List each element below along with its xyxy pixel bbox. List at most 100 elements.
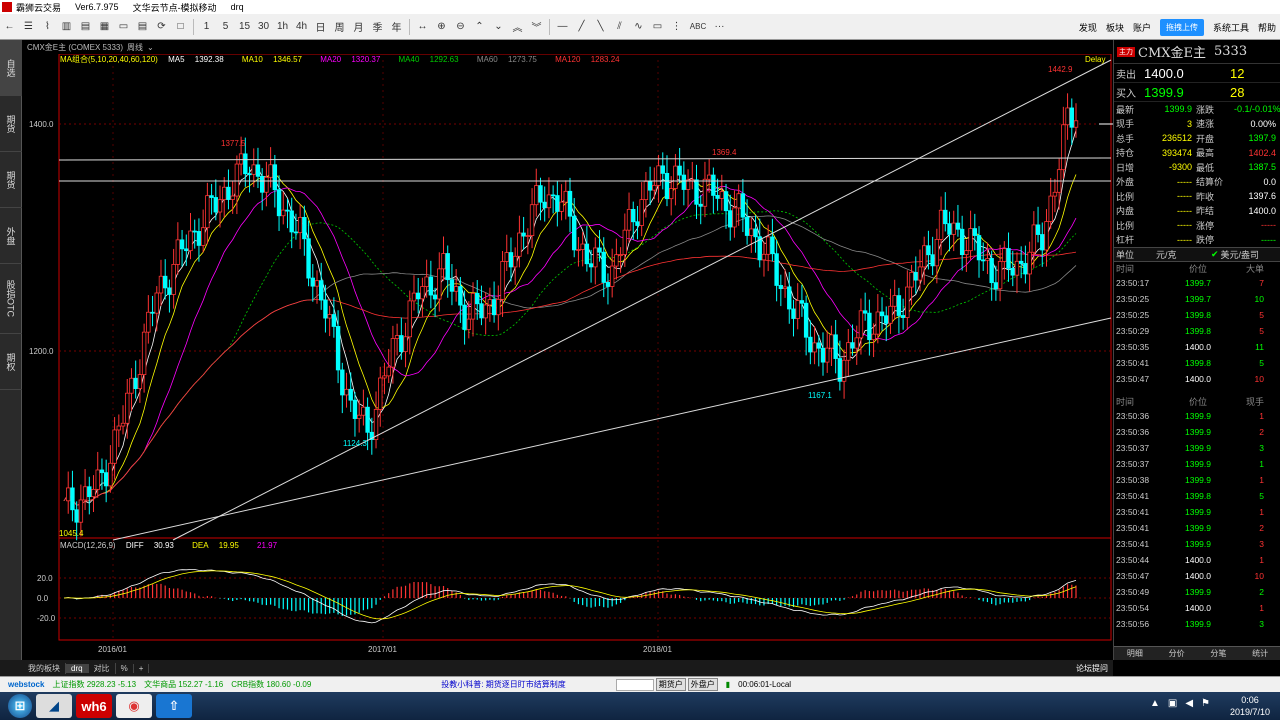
more-tools-button[interactable]: ··· xyxy=(711,18,728,36)
add-tab-button[interactable]: + xyxy=(134,663,150,673)
period-week[interactable]: 周 xyxy=(331,18,348,36)
crb-index[interactable]: CRB指数 180.60 -0.09 xyxy=(231,679,311,690)
stat-label: 外盘 xyxy=(1116,177,1135,188)
zoom-in-icon[interactable]: ⊕ xyxy=(433,18,450,36)
period-day[interactable]: 日 xyxy=(312,18,329,36)
tab-ticks[interactable]: 分笔 xyxy=(1198,647,1240,660)
back-icon[interactable]: ← xyxy=(1,18,18,36)
app-quicklaunch-icon[interactable]: ◢ xyxy=(36,694,72,718)
menu-sectors[interactable]: 板块 xyxy=(1106,21,1124,34)
refresh-icon[interactable]: ⟳ xyxy=(153,18,170,36)
notice-ticker[interactable]: 投教小科普: 期货逐日盯市结算制度 xyxy=(441,679,565,690)
tab-futures-2[interactable]: 期货 xyxy=(0,152,22,208)
draw-ray-icon[interactable]: ╱ xyxy=(573,18,590,36)
tray-arrow-icon[interactable]: ▲ xyxy=(1150,698,1160,709)
window-icon[interactable]: ▭ xyxy=(115,18,132,36)
chrome-icon[interactable]: ◉ xyxy=(116,694,152,718)
menu-help[interactable]: 帮助 xyxy=(1258,21,1276,34)
tab-my-sectors[interactable]: 我的板块 xyxy=(23,662,66,674)
table-icon[interactable]: ▤ xyxy=(134,18,151,36)
double-down-icon[interactable]: ︾ xyxy=(528,18,545,36)
expand-icon[interactable]: ↔ xyxy=(414,18,431,36)
up-icon[interactable]: ⌃ xyxy=(471,18,488,36)
period-30m[interactable]: 30 xyxy=(255,18,272,36)
draw-segment-icon[interactable]: ╲ xyxy=(592,18,609,36)
tab-compare[interactable]: 对比 xyxy=(89,662,116,674)
ma-legend: MA组合(5,10,20,40,60,120) MA5 1392.38 MA10… xyxy=(60,54,636,65)
tick-row: 23:50:25 1399.8 5 xyxy=(1114,307,1280,323)
macd-label[interactable]: MACD(12,26,9) xyxy=(60,541,116,550)
draw-rect-icon[interactable]: ▭ xyxy=(649,18,666,36)
tab-stats[interactable]: 统计 xyxy=(1239,647,1280,660)
box-icon[interactable]: □ xyxy=(172,18,189,36)
zoom-out-icon[interactable]: ⊖ xyxy=(452,18,469,36)
tab-price-dist[interactable]: 分价 xyxy=(1156,647,1198,660)
double-up-icon[interactable]: ︽ xyxy=(509,18,526,36)
start-icon[interactable]: ⊞ xyxy=(8,694,32,718)
tab-foreign[interactable]: 外盘 xyxy=(0,208,22,264)
candle xyxy=(1023,263,1028,275)
period-4h[interactable]: 4h xyxy=(293,18,310,36)
tab-detail[interactable]: 明细 xyxy=(1114,647,1156,660)
draw-fib-icon[interactable]: ⋮ xyxy=(668,18,685,36)
tray-network-icon[interactable]: ▣ xyxy=(1168,698,1177,709)
tab-drq[interactable]: drq xyxy=(66,663,89,673)
candle xyxy=(993,282,999,290)
tab-watchlist[interactable]: 自选 xyxy=(0,40,22,96)
sh-index[interactable]: 上证指数 2928.23 -5.13 xyxy=(52,679,136,690)
tick-time: 23:50:37 xyxy=(1116,459,1150,469)
pin-app-icon[interactable]: ⇧ xyxy=(156,694,192,718)
kline-icon[interactable]: ▥ xyxy=(58,18,75,36)
unit-value[interactable]: 元/克 xyxy=(1154,248,1209,261)
tab-percent[interactable]: % xyxy=(116,663,134,673)
period-5m[interactable]: 5 xyxy=(217,18,234,36)
tray-volume-icon[interactable]: ◀ xyxy=(1185,698,1193,709)
wh-index[interactable]: 文华商品 152.27 -1.16 xyxy=(144,679,223,690)
ma-legend-label[interactable]: MA组合(5,10,20,40,60,120) xyxy=(60,55,158,64)
tab-futures[interactable]: 期货 xyxy=(0,96,22,152)
chevron-down-icon[interactable]: ⌄ xyxy=(147,43,154,52)
tab-index-otc[interactable]: 股指OTC xyxy=(0,264,22,334)
period-selector[interactable]: 周线 xyxy=(127,42,143,53)
period-year[interactable]: 年 xyxy=(388,18,405,36)
menu-icon[interactable]: ☰ xyxy=(20,18,37,36)
unit-alt[interactable]: 美元/盎司 xyxy=(1219,248,1260,261)
price-chart[interactable]: 1400.0 1200.0 20.0 0.0 -20.0 2016/01 2017/01 20… xyxy=(23,40,1113,660)
tab-options[interactable]: 期权 xyxy=(0,334,22,390)
macd-axis-label: 20.0 xyxy=(37,574,53,583)
down-icon[interactable]: ⌄ xyxy=(490,18,507,36)
period-15m[interactable]: 15 xyxy=(236,18,253,36)
foreign-account-button[interactable]: 外盘户 xyxy=(687,678,718,691)
tray-flag-icon[interactable]: ⚑ xyxy=(1201,698,1210,709)
draw-text-button[interactable]: ABC xyxy=(687,18,709,36)
period-1m[interactable]: 1 xyxy=(198,18,215,36)
candle xyxy=(437,268,442,300)
cloud-upload-button[interactable]: 拖拽上传 xyxy=(1159,18,1204,36)
draw-channel-icon[interactable]: ⫽ xyxy=(611,18,628,36)
tick-row: 23:50:37 1399.9 1 xyxy=(1114,456,1280,472)
menu-account[interactable]: 账户 xyxy=(1133,21,1151,34)
list-icon[interactable]: ▤ xyxy=(77,18,94,36)
draw-hline-icon[interactable]: — xyxy=(554,18,571,36)
menu-system-tools[interactable]: 系统工具 xyxy=(1213,21,1249,34)
taskbar-clock[interactable]: 0:06 2019/7/10 xyxy=(1230,694,1270,718)
period-1h[interactable]: 1h xyxy=(274,18,291,36)
th-time: 时间 xyxy=(1116,264,1135,274)
candle xyxy=(1035,224,1041,235)
candle xyxy=(238,153,244,165)
wh6-icon[interactable]: wh6 xyxy=(76,694,112,718)
draw-wave-icon[interactable]: ∿ xyxy=(630,18,647,36)
buy-row[interactable]: 买入 1399.9 28 xyxy=(1114,83,1280,102)
candle xyxy=(711,174,716,196)
period-month[interactable]: 月 xyxy=(350,18,367,36)
grid-icon[interactable]: ▦ xyxy=(96,18,113,36)
candle xyxy=(626,209,632,231)
menu-discover[interactable]: 发现 xyxy=(1079,21,1097,34)
period-quarter[interactable]: 季 xyxy=(369,18,386,36)
forum-link[interactable]: 论坛提问 xyxy=(1071,663,1113,674)
tick-price: 1400.0 xyxy=(1185,555,1211,565)
futures-account-button[interactable]: 期货户 xyxy=(655,678,686,691)
search-input[interactable] xyxy=(615,678,654,691)
chart-line-icon[interactable]: ⌇ xyxy=(39,18,56,36)
sell-row[interactable]: 卖出 1400.0 12 xyxy=(1114,64,1280,83)
